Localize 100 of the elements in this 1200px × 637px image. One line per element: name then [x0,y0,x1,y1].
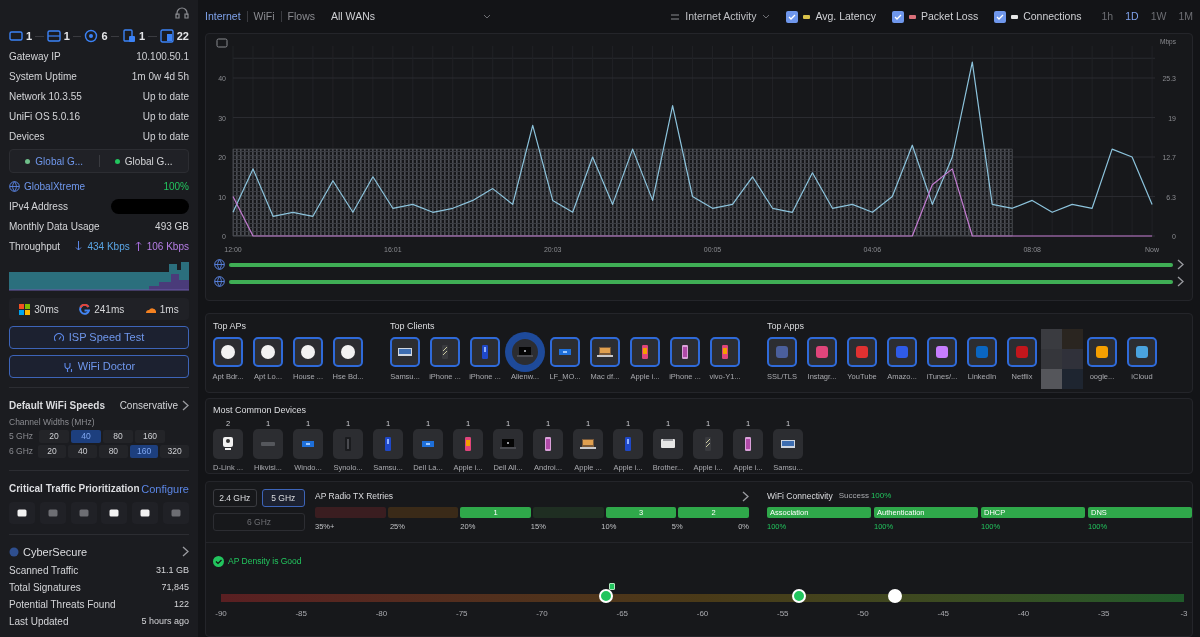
view-tab[interactable]: Internet [205,8,241,25]
device-tile[interactable] [533,428,563,459]
legend-label: Packet Loss [920,8,979,24]
device-tile[interactable] [733,428,763,459]
section-title: Top APs [213,320,248,333]
device-tile[interactable] [590,337,620,367]
band-label: 6 GHz [9,445,35,459]
channel-width-option[interactable]: 80 [103,430,133,444]
speed-profile-link[interactable]: Conservative [119,397,189,413]
app-icon[interactable] [140,508,151,517]
app-icon[interactable] [109,508,120,517]
list-icon [671,13,680,20]
channel-width-option[interactable]: 160 [129,445,159,459]
chevron-right-icon[interactable] [742,490,749,502]
time-range-tab[interactable]: 1W [1150,8,1167,25]
device-tile[interactable] [253,337,283,367]
device-tile[interactable] [670,337,700,367]
device-tile[interactable] [573,428,603,459]
device-tile[interactable] [293,428,323,459]
device-tile[interactable] [693,428,723,459]
signal-marker[interactable] [791,589,806,603]
device-tile[interactable] [253,428,283,459]
channel-width-option[interactable]: 40 [71,430,101,444]
channel-width-option[interactable]: 80 [99,445,128,459]
chevron-right-icon[interactable] [1177,259,1184,270]
device-tile[interactable] [653,428,683,459]
device-tile[interactable] [470,337,500,367]
device-icon [422,440,434,447]
action-button[interactable]: ISP Speed Test [9,326,189,349]
device-tile[interactable] [550,337,580,367]
device-tile[interactable] [390,337,420,367]
latency-value: 1ms [159,302,179,317]
scale-label: -40 [1017,608,1030,620]
app-tile[interactable] [1007,337,1037,367]
device-tile[interactable] [333,337,363,367]
device-tile[interactable] [710,337,740,367]
configure-link[interactable]: Configure [141,480,189,497]
screenshot-icon[interactable] [216,38,228,48]
time-range-tab[interactable]: 1D [1125,8,1139,25]
channel-width-option[interactable]: 160 [135,430,165,444]
channel-width-option[interactable]: 320 [160,445,189,459]
device-tile[interactable] [413,428,443,459]
device-icon[interactable] [122,29,137,43]
scale-label: -35 [1097,608,1110,620]
switch-icon[interactable] [46,29,61,43]
tv-icon [398,348,412,356]
app-tile[interactable] [967,337,997,367]
uptime-value: 100% [163,179,189,194]
device-tile[interactable] [373,428,403,459]
view-tab[interactable]: WiFi [253,8,275,25]
app-tile[interactable] [1087,337,1117,367]
access-point-icon[interactable] [84,29,99,43]
windows-logo-icon [19,303,31,315]
channel-width-option[interactable]: 40 [68,445,98,459]
device-tile[interactable] [493,428,523,459]
devices-icon[interactable] [159,29,174,43]
chevron-right-icon[interactable] [182,546,189,558]
section-title: Critical Traffic Prioritization [9,482,140,497]
time-range-tab[interactable]: 1M [1178,8,1193,25]
band-button[interactable]: 2.4 GHz [213,489,257,507]
channel-width-option[interactable]: 20 [39,430,69,444]
app-tile[interactable] [767,337,797,367]
phone-icon [482,345,488,359]
action-button[interactable]: WiFi Doctor [9,355,189,378]
device-tile[interactable] [613,428,643,459]
activity-dropdown[interactable]: Internet Activity [671,8,771,25]
phone-icon [442,345,448,359]
device-tile[interactable] [333,428,363,459]
app-tile[interactable] [807,337,837,367]
wan-tab[interactable]: Global G... [99,153,188,169]
signal-marker[interactable] [888,589,903,603]
headset-icon[interactable] [175,7,189,19]
checkbox[interactable] [786,10,799,23]
channel-width-option[interactable]: 20 [37,445,67,459]
gateway-icon[interactable] [9,29,23,43]
scale-label: -50 [857,608,869,620]
signal-marker[interactable] [599,589,614,603]
device-tile[interactable] [213,428,243,459]
scale-label: -75 [455,608,468,620]
device-tile[interactable] [213,337,243,367]
checkbox[interactable] [891,10,904,23]
device-tile[interactable] [773,428,803,459]
app-icon[interactable] [17,508,27,517]
view-tab[interactable]: Flows [287,8,316,25]
wan-tab[interactable]: Global G... [10,153,99,169]
app-tile[interactable] [927,337,957,367]
checkbox[interactable] [994,10,1007,23]
device-tile[interactable] [630,337,660,367]
device-tile[interactable] [293,337,323,367]
chevron-right-icon[interactable] [1177,276,1184,287]
app-tile[interactable] [847,337,877,367]
band-button[interactable]: 5 GHz [261,489,305,507]
device-tile[interactable] [430,337,460,367]
recorder-icon [261,441,275,446]
app-tile[interactable] [1127,337,1157,367]
wan-dropdown[interactable]: All WANs [331,8,492,25]
app-tile[interactable] [887,337,917,367]
time-range-tab[interactable]: 1h [1101,8,1114,25]
device-tile[interactable] [453,428,483,459]
section-title: AP Radio TX Retries [315,489,394,503]
